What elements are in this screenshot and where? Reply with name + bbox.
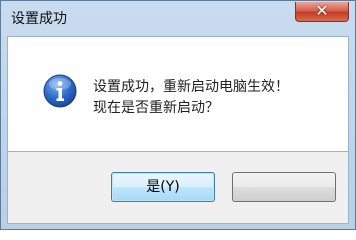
yes-button[interactable]: 是(Y) (111, 172, 215, 202)
no-button[interactable] (232, 172, 336, 202)
title-bar[interactable]: 设置成功 ✕ (1, 1, 355, 33)
message-line-2: 现在是否重新启动？ (93, 100, 219, 116)
button-bar: 是(Y) (7, 152, 349, 224)
info-icon (43, 74, 77, 108)
dialog-title: 设置成功 (11, 11, 67, 27)
message-line-1: 设置成功，重新启动电脑生效！ (93, 79, 289, 95)
yes-button-label: 是(Y) (146, 179, 180, 195)
close-icon: ✕ (315, 1, 329, 20)
dialog-window: 设置成功 ✕ 设置成功，重新启动电脑生效！ 现在是否重新启动？ 是(Y) (0, 0, 356, 230)
message-area: 设置成功，重新启动电脑生效！ 现在是否重新启动？ (7, 36, 349, 152)
close-button[interactable]: ✕ (295, 1, 349, 22)
